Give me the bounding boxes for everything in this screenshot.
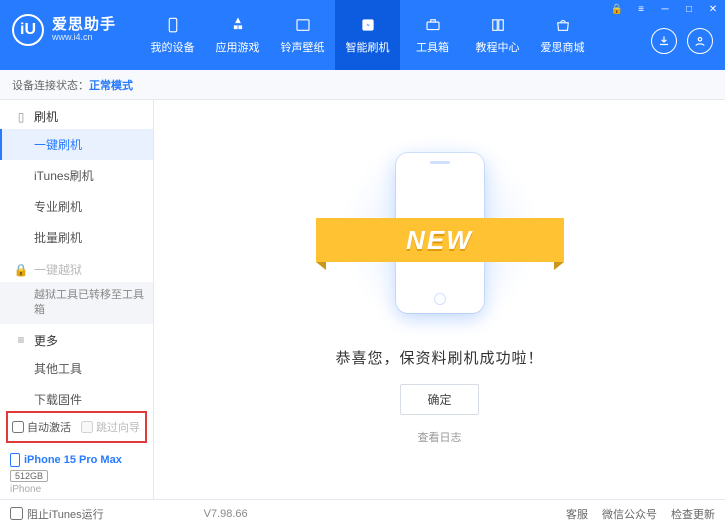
footer-link-update[interactable]: 检查更新	[671, 506, 715, 522]
sidebar-group-flash[interactable]: ▯ 刷机	[0, 100, 153, 129]
tab-label: 爱思商城	[541, 39, 585, 55]
footer: 阻止iTunes运行 V7.98.66 客服 微信公众号 检查更新	[0, 499, 725, 527]
flash-icon	[358, 15, 378, 35]
sidebar-group-jailbreak: 🔒 一键越狱	[0, 253, 153, 282]
phone-icon: ▯	[14, 110, 28, 124]
book-icon	[488, 15, 508, 35]
status-label: 设备连接状态：	[12, 77, 89, 93]
top-tabs: 我的设备 应用游戏 铃声壁纸 智能刷机 工具箱 教程中心 爱思商城	[140, 0, 595, 70]
checkbox-label: 自动激活	[27, 419, 71, 435]
lock-icon: 🔒	[14, 263, 28, 277]
sidebar-item-oneclick-flash[interactable]: 一键刷机	[0, 129, 153, 160]
options-highlight-box: 自动激活 跳过向导	[6, 411, 147, 443]
tab-label: 教程中心	[476, 39, 520, 55]
image-icon	[293, 15, 313, 35]
sidebar-item-itunes-flash[interactable]: iTunes刷机	[0, 160, 153, 191]
phone-icon	[10, 453, 20, 467]
header-right-buttons	[651, 28, 713, 54]
skip-setup-checkbox[interactable]: 跳过向导	[81, 419, 140, 435]
list-icon: ≡	[14, 333, 28, 347]
window-controls: 🔒 ≡ ─ □ ✕	[605, 0, 725, 18]
brand-block: iU 爱思助手 www.i4.cn	[12, 0, 116, 46]
success-message: 恭喜您，保资料刷机成功啦！	[335, 347, 543, 368]
device-model: iPhone	[10, 484, 145, 495]
toolbox-icon	[423, 15, 443, 35]
tab-tutorials[interactable]: 教程中心	[465, 0, 530, 70]
tab-toolbox[interactable]: 工具箱	[400, 0, 465, 70]
download-button[interactable]	[651, 28, 677, 54]
main-area: ▯ 刷机 一键刷机 iTunes刷机 专业刷机 批量刷机 🔒 一键越狱 越狱工具…	[0, 100, 725, 499]
tab-my-device[interactable]: 我的设备	[140, 0, 205, 70]
device-name-text: iPhone 15 Pro Max	[24, 454, 122, 466]
app-header: iU 爱思助手 www.i4.cn 我的设备 应用游戏 铃声壁纸 智能刷机 工具…	[0, 0, 725, 70]
tab-ringtones[interactable]: 铃声壁纸	[270, 0, 335, 70]
tab-label: 铃声壁纸	[281, 39, 325, 55]
user-button[interactable]	[687, 28, 713, 54]
brand-title: 爱思助手	[52, 17, 116, 34]
version-label: V7.98.66	[204, 508, 248, 520]
tab-store[interactable]: 爱思商城	[530, 0, 595, 70]
auto-activate-checkbox[interactable]: 自动激活	[12, 419, 71, 435]
tab-label: 我的设备	[151, 39, 195, 55]
tab-label: 智能刷机	[346, 39, 390, 55]
maximize-button[interactable]: □	[677, 0, 701, 18]
sidebar-group-label: 刷机	[34, 108, 58, 125]
footer-link-wechat[interactable]: 微信公众号	[602, 506, 657, 522]
ok-button[interactable]: 确定	[400, 384, 478, 415]
block-itunes-checkbox[interactable]: 阻止iTunes运行	[10, 506, 104, 522]
sidebar-item-batch-flash[interactable]: 批量刷机	[0, 222, 153, 253]
tab-smart-flash[interactable]: 智能刷机	[335, 0, 400, 70]
checkbox-label: 阻止iTunes运行	[27, 506, 104, 522]
minimize-button[interactable]: ─	[653, 0, 677, 18]
brand-url: www.i4.cn	[52, 33, 116, 43]
footer-link-support[interactable]: 客服	[566, 506, 588, 522]
sidebar-group-more[interactable]: ≡ 更多	[0, 324, 153, 353]
sidebar-jailbreak-note: 越狱工具已转移至工具箱	[0, 282, 153, 324]
status-value: 正常模式	[89, 77, 133, 93]
sidebar-item-download-firmware[interactable]: 下载固件	[0, 384, 153, 405]
device-storage: 512GB	[10, 470, 48, 482]
device-status-bar: 设备连接状态： 正常模式	[0, 70, 725, 100]
content-pane: NEW 恭喜您，保资料刷机成功啦！ 确定 查看日志	[154, 100, 725, 499]
apps-icon	[228, 15, 248, 35]
sidebar-group-label: 一键越狱	[34, 261, 82, 278]
banner-text: NEW	[406, 225, 473, 256]
checkbox-label: 跳过向导	[96, 419, 140, 435]
phone-icon	[163, 15, 183, 35]
tab-label: 工具箱	[416, 39, 449, 55]
tab-label: 应用游戏	[216, 39, 260, 55]
sidebar-item-pro-flash[interactable]: 专业刷机	[0, 191, 153, 222]
brand-logo: iU	[12, 14, 44, 46]
store-icon	[553, 15, 573, 35]
sidebar: ▯ 刷机 一键刷机 iTunes刷机 专业刷机 批量刷机 🔒 一键越狱 越狱工具…	[0, 100, 154, 499]
view-log-link[interactable]: 查看日志	[418, 429, 462, 445]
menu-icon[interactable]: ≡	[629, 0, 653, 18]
new-banner: NEW	[316, 218, 564, 262]
close-button[interactable]: ✕	[701, 0, 725, 18]
device-info: iPhone 15 Pro Max 512GB iPhone	[0, 447, 153, 499]
tab-apps-games[interactable]: 应用游戏	[205, 0, 270, 70]
success-illustration: NEW	[340, 140, 540, 325]
sidebar-group-label: 更多	[34, 332, 58, 349]
device-name[interactable]: iPhone 15 Pro Max	[10, 453, 145, 467]
lock-icon[interactable]: 🔒	[605, 0, 629, 18]
sidebar-item-other-tools[interactable]: 其他工具	[0, 353, 153, 384]
